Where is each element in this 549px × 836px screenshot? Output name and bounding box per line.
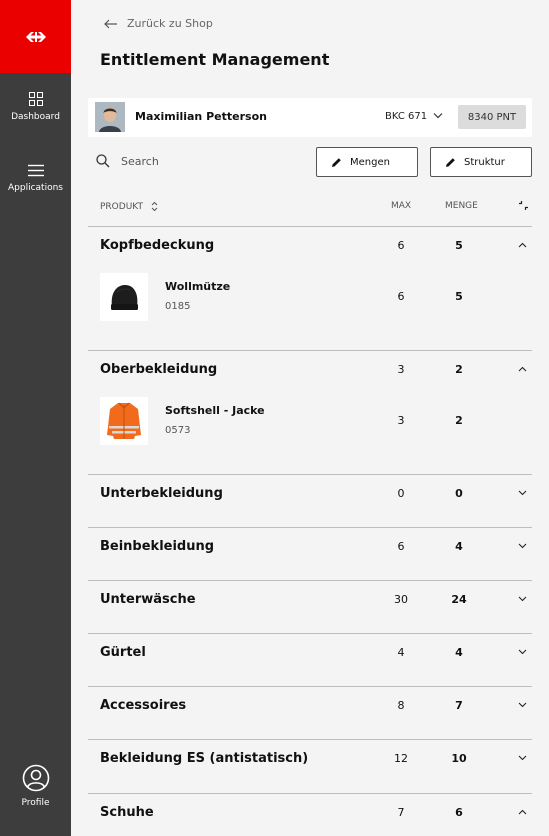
table-header: PRODUKT MAX MENGE	[88, 196, 532, 218]
column-header-max: MAX	[391, 201, 412, 211]
struktur-button[interactable]: Struktur	[430, 147, 532, 177]
mengen-label: Mengen	[350, 156, 390, 168]
chevron-down-icon[interactable]	[518, 596, 527, 602]
divider	[88, 633, 532, 634]
back-label: Zurück zu Shop	[127, 17, 213, 30]
product-menge: 2	[455, 414, 463, 427]
product-row[interactable]: Softshell - Jacke 0573 3 2	[88, 397, 532, 447]
struktur-label: Struktur	[464, 156, 505, 168]
category-row-guertel[interactable]: Gürtel 4 4	[88, 635, 532, 675]
product-code: 0573	[165, 425, 191, 436]
chevron-up-icon[interactable]	[518, 242, 527, 248]
product-row[interactable]: Wollmütze 0185 6 5	[88, 273, 532, 323]
category-row-oberbekleidung[interactable]: Oberbekleidung 3 2	[88, 352, 532, 392]
avatar	[95, 102, 125, 132]
divider	[88, 686, 532, 687]
user-card: Maximilian Petterson BKC 671 8340 PNT	[88, 98, 532, 137]
category-row-accessoires[interactable]: Accessoires 8 7	[88, 688, 532, 728]
chevron-down-icon[interactable]	[518, 755, 527, 761]
sort-icon	[151, 201, 158, 212]
sidebar-item-label: Dashboard	[11, 112, 60, 122]
column-header-menge: MENGE	[445, 201, 478, 211]
divider	[88, 793, 532, 794]
category-row-beinbekleidung[interactable]: Beinbekleidung 6 4	[88, 529, 532, 569]
category-row-kopfbedeckung[interactable]: Kopfbedeckung 6 5	[88, 228, 532, 268]
product-max: 3	[397, 414, 405, 427]
chevron-down-icon[interactable]	[518, 543, 527, 549]
menu-icon	[27, 164, 44, 177]
category-row-bekleidung-es[interactable]: Bekleidung ES (antistatisch) 12 10	[88, 741, 532, 781]
sidebar-item-profile[interactable]: Profile	[0, 764, 71, 808]
chevron-down-icon[interactable]	[518, 702, 527, 708]
category-row-schuhe[interactable]: Schuhe 7 6	[88, 795, 532, 835]
chevron-down-icon[interactable]	[518, 649, 527, 655]
product-name: Softshell - Jacke	[165, 404, 265, 417]
sbb-logo-icon	[25, 31, 46, 42]
page-title: Entitlement Management	[100, 50, 330, 69]
back-link[interactable]: Zurück zu Shop	[104, 17, 213, 30]
pencil-icon	[332, 157, 341, 167]
chevron-down-icon[interactable]	[433, 112, 443, 119]
mengen-button[interactable]: Mengen	[316, 147, 418, 177]
category-row-unterwaesche[interactable]: Unterwäsche 30 24	[88, 582, 532, 622]
user-name: Maximilian Petterson	[135, 110, 267, 123]
product-name: Wollmütze	[165, 280, 231, 293]
product-max: 6	[397, 290, 405, 303]
category-row-unterbekleidung[interactable]: Unterbekleidung 0 0	[88, 476, 532, 516]
divider	[88, 739, 532, 740]
sidebar-item-label: Profile	[21, 798, 50, 808]
product-image-wollmuetze	[100, 273, 148, 321]
sidebar-item-applications[interactable]: Applications	[0, 164, 71, 193]
profile-icon	[22, 764, 49, 792]
sidebar-item-dashboard[interactable]: Dashboard	[0, 92, 71, 122]
points-badge: 8340 PNT	[458, 105, 526, 129]
divider	[88, 350, 532, 351]
collapse-all-icon[interactable]	[518, 200, 529, 211]
divider	[88, 474, 532, 475]
chevron-down-icon[interactable]	[518, 490, 527, 496]
divider	[88, 527, 532, 528]
sbb-logo[interactable]	[0, 0, 71, 73]
main-content: Zurück zu Shop Entitlement Management Ma…	[71, 0, 549, 836]
sidebar-item-label: Applications	[8, 183, 63, 193]
product-code: 0185	[165, 301, 191, 312]
product-menge: 5	[455, 290, 463, 303]
pencil-icon	[446, 157, 455, 167]
dashboard-icon	[28, 92, 43, 106]
bkc-select[interactable]: BKC 671	[385, 111, 427, 122]
column-header-product[interactable]: PRODUKT	[100, 201, 158, 212]
divider	[88, 226, 532, 227]
sidebar: Dashboard Applications Profile	[0, 0, 71, 836]
search-input[interactable]	[121, 152, 301, 170]
chevron-up-icon[interactable]	[518, 366, 527, 372]
chevron-up-icon[interactable]	[518, 809, 527, 815]
divider	[88, 580, 532, 581]
arrow-left-icon	[104, 19, 117, 28]
product-image-softshell-jacke	[100, 397, 148, 445]
search-icon	[96, 154, 110, 168]
